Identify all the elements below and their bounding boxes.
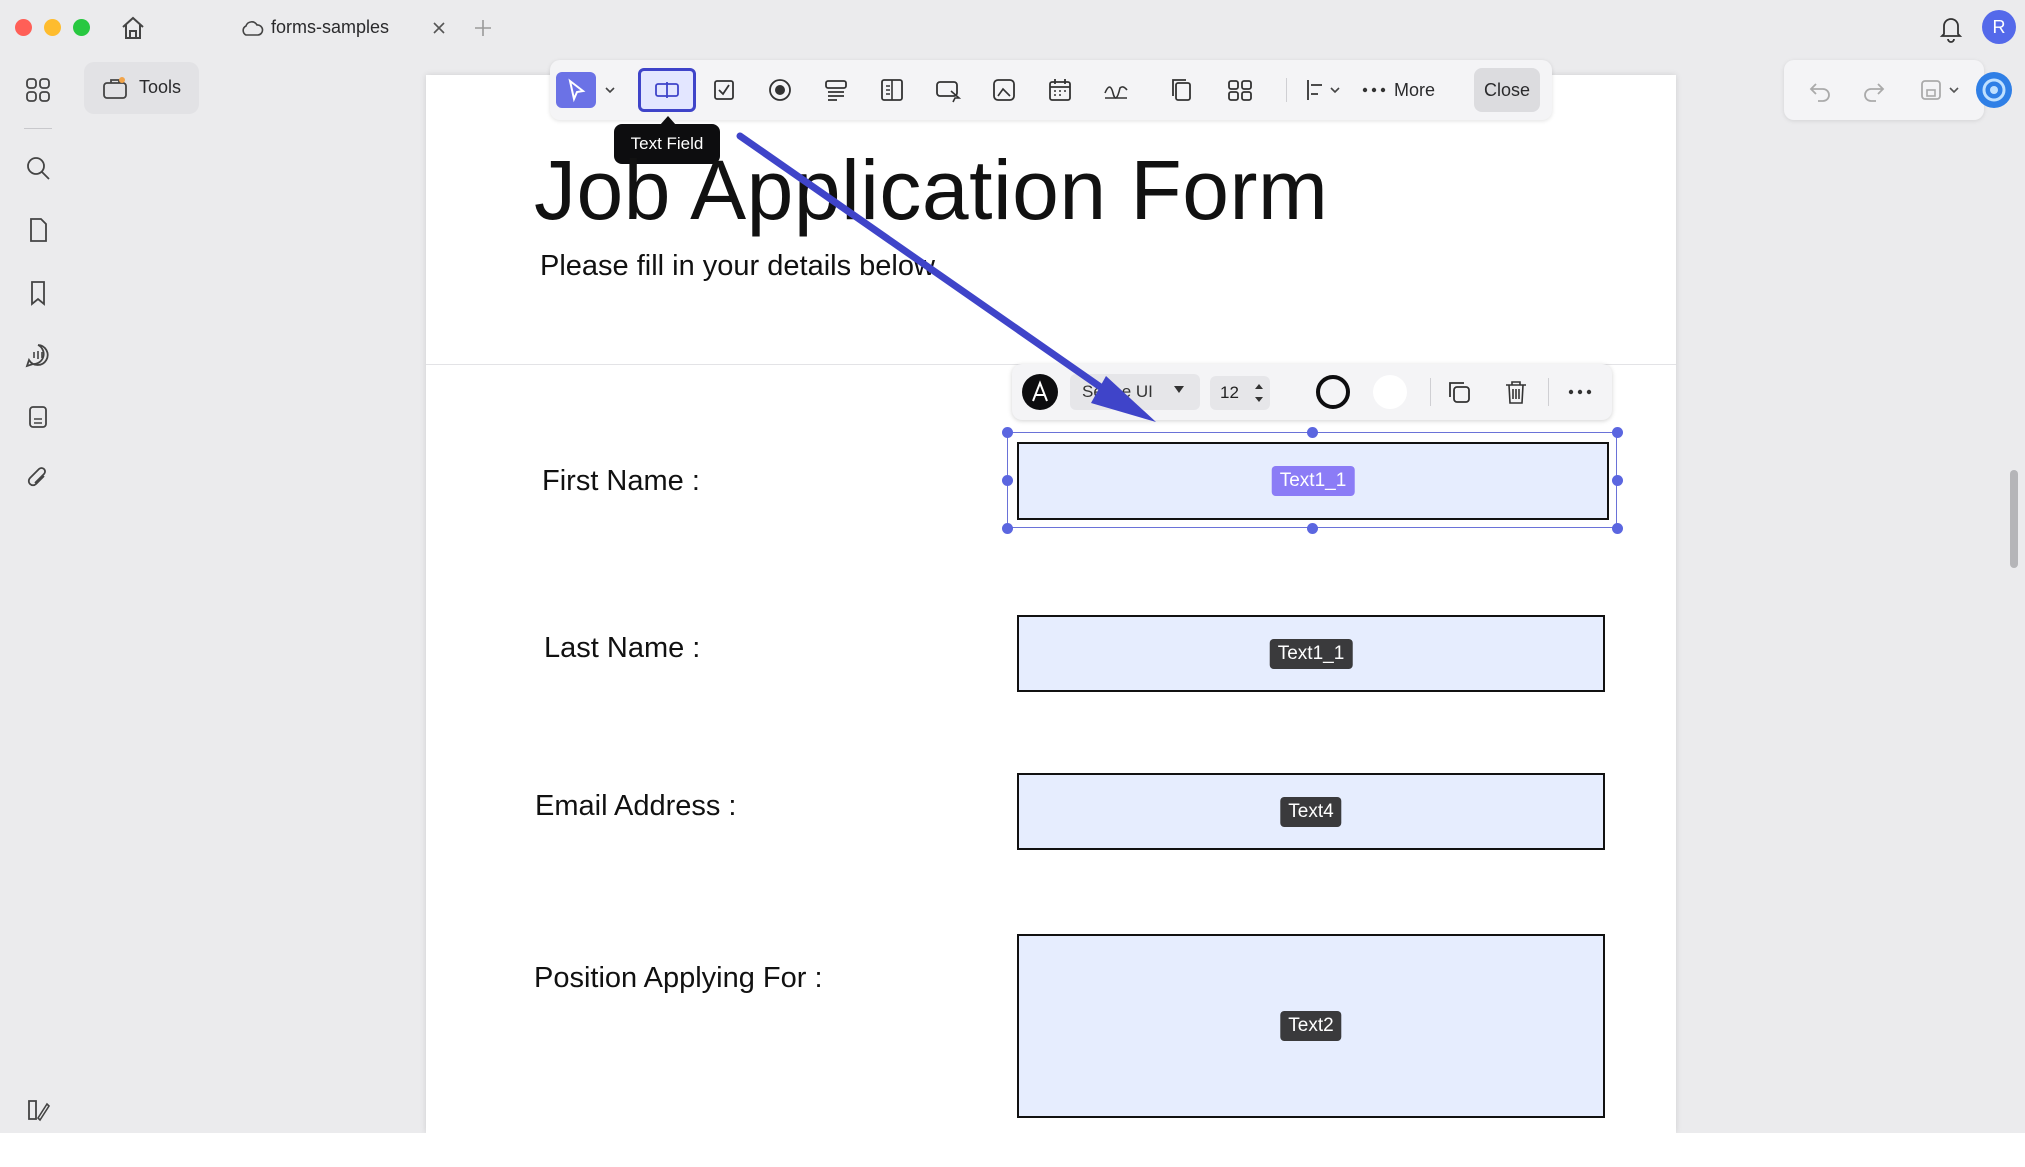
position-text-field[interactable]: Text2 [1017,934,1605,1118]
bottom-area [0,1133,2025,1167]
props-divider [1548,378,1549,406]
signature-tool-icon[interactable] [1096,72,1136,108]
page-title: Job Application Form [534,143,1329,237]
attachment-icon[interactable] [20,460,56,496]
first-name-label: First Name : [542,465,700,497]
save-chevron-down-icon[interactable] [1947,83,1961,97]
sign-icon[interactable] [20,1092,56,1128]
close-button[interactable]: Close [1474,68,1540,112]
toolbar-divider [1286,78,1287,102]
fill-color-swatch[interactable] [1373,375,1407,409]
more-button[interactable]: More [1362,72,1448,108]
checkbox-tool-icon[interactable] [704,72,744,108]
resize-handle[interactable] [1002,475,1013,486]
maximize-window-button[interactable] [73,19,90,36]
grid-layout-icon[interactable] [1220,72,1260,108]
duplicate-icon[interactable] [1444,377,1474,407]
cloud-icon [240,19,264,39]
comments-icon[interactable] [20,337,56,373]
field-name-tag: Text1_1 [1269,638,1353,669]
document-tab[interactable]: forms-samples [228,8,468,48]
text-field-tool-button[interactable] [638,68,696,112]
email-address-label: Email Address : [535,790,737,822]
toolbox-icon [102,75,128,101]
bookmark-icon[interactable] [20,275,56,311]
vertical-scrollbar[interactable] [2010,470,2018,568]
copy-pages-icon[interactable] [1162,72,1202,108]
save-icon[interactable] [1917,76,1945,104]
new-tab-icon[interactable] [472,17,494,39]
page-subtitle: Please fill in your details below. [540,250,942,282]
caret-down-icon[interactable] [1174,386,1184,393]
radio-button-tool-icon[interactable] [760,72,800,108]
list-box-tool-icon[interactable] [872,72,912,108]
more-label: More [1394,79,1436,100]
resize-handle[interactable] [1002,427,1013,438]
close-tab-icon[interactable] [429,18,449,38]
resize-handle[interactable] [1612,427,1623,438]
border-color-swatch[interactable] [1316,375,1350,409]
left-sidebar [0,56,76,1133]
field-name-tag: Text4 [1280,796,1342,827]
image-field-tool-icon[interactable] [984,72,1024,108]
minimize-window-button[interactable] [44,19,61,36]
props-divider [1430,378,1431,406]
resize-handle[interactable] [1307,427,1318,438]
sidebar-divider [24,128,52,129]
tools-label: Tools [139,77,182,97]
more-dots-icon [1362,87,1386,93]
stamp-icon[interactable] [20,399,56,435]
tools-button[interactable]: Tools [84,62,199,114]
last-name-text-field[interactable]: Text1_1 [1017,615,1605,692]
stepper-arrows-icon [1255,384,1263,402]
button-tool-icon[interactable] [928,72,968,108]
redo-icon[interactable] [1860,76,1888,104]
font-size-stepper[interactable]: 12 [1210,376,1270,410]
align-chevron-down-icon[interactable] [1328,83,1342,97]
form-toolbar: More Close [550,60,1552,120]
last-name-label: Last Name : [544,632,701,664]
chevron-down-icon[interactable] [603,83,617,97]
tab-title: forms-samples [271,17,390,37]
resize-handle[interactable] [1612,475,1623,486]
combo-box-tool-icon[interactable] [816,72,856,108]
search-icon[interactable] [20,150,56,186]
font-size-value: 12 [1220,383,1239,402]
date-field-tool-icon[interactable] [1040,72,1080,108]
font-family-value: Segoe UI [1082,382,1153,401]
home-icon[interactable] [118,13,148,43]
grid-view-icon[interactable] [20,72,56,108]
right-toolbar [1784,60,1984,120]
ai-assistant-icon[interactable] [1976,72,2012,108]
select-tool-button[interactable] [556,72,596,108]
selection-box [1007,432,1617,528]
field-name-tag: Text2 [1280,1011,1342,1041]
avatar[interactable]: R [1982,10,2016,44]
email-text-field[interactable]: Text4 [1017,773,1605,850]
pages-icon[interactable] [20,212,56,248]
field-properties-toolbar: Segoe UI 12 [1012,364,1612,420]
font-style-icon[interactable] [1022,374,1058,410]
position-label: Position Applying For : [534,962,823,994]
resize-handle[interactable] [1307,523,1318,534]
delete-icon[interactable] [1501,377,1531,407]
close-window-button[interactable] [15,19,32,36]
more-options-icon[interactable] [1567,388,1593,396]
resize-handle[interactable] [1002,523,1013,534]
undo-icon[interactable] [1806,76,1834,104]
notification-bell-icon[interactable] [1936,12,1966,44]
resize-handle[interactable] [1612,523,1623,534]
